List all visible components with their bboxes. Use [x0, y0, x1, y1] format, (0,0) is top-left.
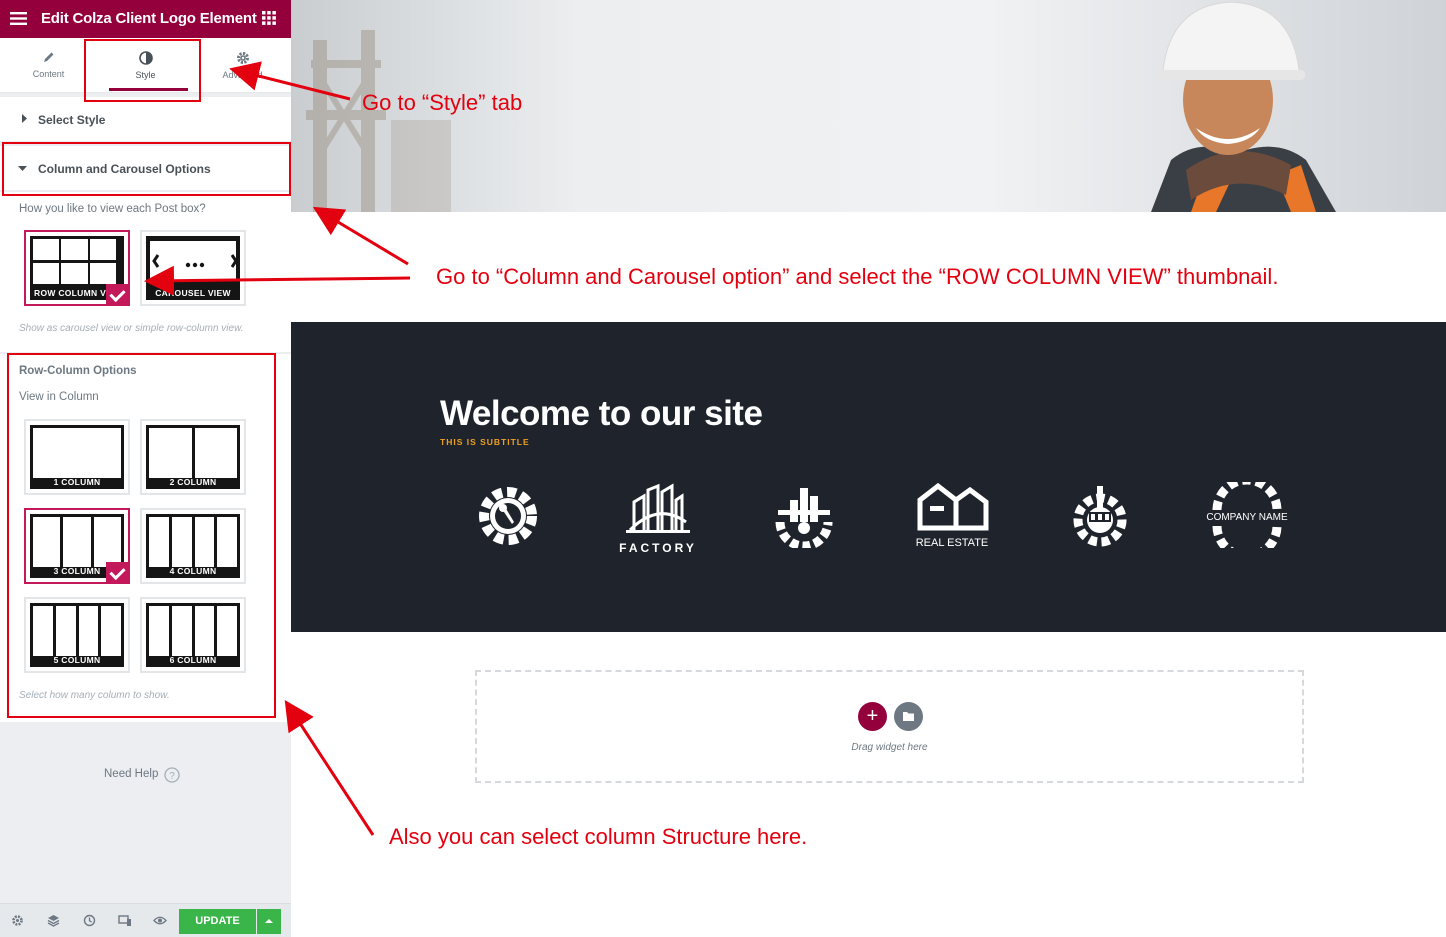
gear-wrench-icon [479, 487, 537, 545]
real-estate-icon [917, 482, 989, 531]
carousel-preview [150, 241, 238, 281]
svg-text:?: ? [169, 771, 175, 782]
annotation-column-structure: Also you can select column Structure her… [389, 824, 808, 849]
factory-logo-text: FACTORY [619, 541, 697, 555]
row-column-options-highlight [7, 353, 276, 718]
company-name-logo-text: COMPANY NAME [1206, 512, 1288, 523]
annotation-style-tab: Go to “Style” tab [362, 90, 523, 115]
section-select-style-label: Select Style [38, 113, 106, 127]
editor-header: Edit Colza Client Logo Element [0, 0, 291, 38]
carousel-view-option[interactable]: CAROUSEL VIEW [140, 230, 246, 306]
widgets-grid-icon[interactable] [262, 11, 276, 25]
factory-icon [626, 483, 690, 533]
caret-up-icon [265, 919, 273, 923]
real-estate-logo-text: REAL ESTATE [915, 537, 989, 549]
carousel-arrows-icon [152, 254, 238, 268]
need-help-link[interactable]: Need Help ? [104, 767, 180, 783]
selected-check-icon [106, 284, 130, 306]
view-hint: Show as carousel view or simple row-colu… [19, 323, 244, 334]
industry-gear-icon [775, 488, 833, 548]
tab-advanced[interactable]: Advanced [194, 38, 291, 93]
update-options-button[interactable] [257, 909, 281, 934]
preview-eye-icon[interactable] [153, 914, 167, 927]
history-icon[interactable] [83, 914, 96, 927]
folder-icon [903, 712, 914, 721]
drag-widget-hint: Drag widget here [851, 742, 928, 753]
client-logo-section: Welcome to our site THIS IS SUBTITLE FAC… [291, 322, 1446, 632]
view-options-panel: How you like to view each Post box? ROW … [0, 192, 291, 352]
need-help-label: Need Help [104, 768, 159, 780]
section-select-style[interactable]: Select Style [0, 97, 291, 141]
add-template-button[interactable] [894, 702, 923, 731]
panel-title: Edit Colza Client Logo Element [41, 10, 257, 27]
pencil-icon [44, 52, 54, 62]
annotation-row-column-view: Go to “Column and Carousel option” and s… [436, 264, 1279, 289]
factory-logo: FACTORY [613, 482, 703, 555]
tab-content[interactable]: Content [0, 38, 97, 93]
settings-icon[interactable] [11, 914, 24, 927]
layers-icon[interactable] [47, 914, 60, 927]
column-carousel-highlight [2, 142, 291, 196]
update-button[interactable]: UPDATE [179, 909, 256, 934]
style-tab-highlight [84, 39, 201, 102]
row-column-view-option[interactable]: ROW COLUMN VIEW [24, 230, 130, 306]
carousel-view-caption: CAROUSEL VIEW [155, 288, 231, 298]
arrow-to-column-section [312, 206, 409, 266]
add-section-button[interactable]: + [858, 702, 887, 731]
help-icon: ? [164, 767, 180, 783]
real-estate-logo: REAL ESTATE [907, 482, 997, 549]
responsive-icon[interactable] [118, 914, 132, 927]
section-heading: Welcome to our site [440, 394, 763, 433]
tab-content-label: Content [32, 69, 65, 79]
gear-icon [236, 52, 249, 64]
view-question-label: How you like to view each Post box? [19, 203, 206, 215]
tab-advanced-label: Advanced [222, 70, 263, 80]
section-subtitle: THIS IS SUBTITLE [440, 437, 530, 447]
plant-gear-icon [1073, 486, 1127, 547]
arrow-to-column-structure [284, 699, 375, 836]
editor-footer: UPDATE [0, 903, 291, 937]
company-name-logo: COMPANY NAME [1201, 482, 1293, 548]
empty-drop-zone[interactable]: + Drag widget here [475, 670, 1304, 783]
caret-right-icon [22, 114, 27, 123]
hamburger-menu-icon[interactable] [10, 12, 27, 25]
row-column-preview [33, 239, 121, 285]
